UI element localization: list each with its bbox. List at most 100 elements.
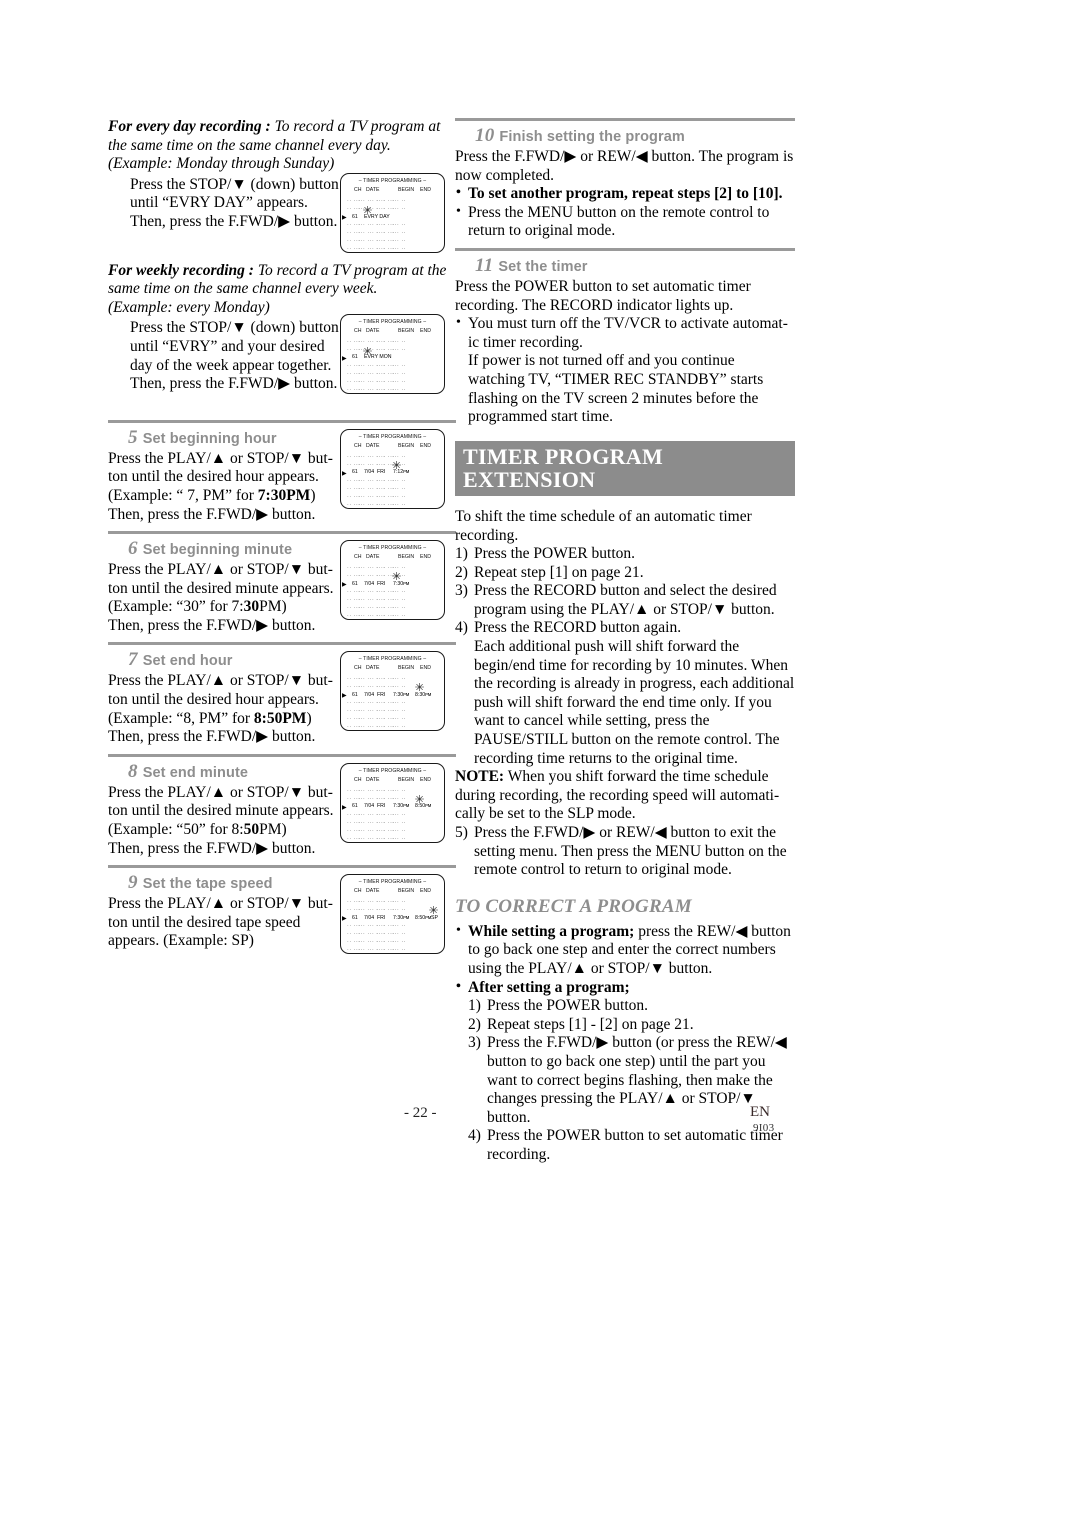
tv-row-active: ▶ 61 7/04 FRI 7:30ᴘᴍ 8:30ᴘᴍ ✳: [341, 683, 444, 700]
tv-col-ch: CH: [354, 327, 362, 334]
tv-col-end: END: [420, 776, 431, 783]
extension-step-5: 5) Press the F.FWD/▶ or REW/◀ button to e…: [455, 824, 795, 880]
tv-row-dots: ·· ··-·· ··· -··- ··-·· ··: [347, 811, 407, 818]
tv-screen-columns: CH DATE BEGIN END: [341, 777, 444, 786]
tv-value-begin: 7:30ᴘᴍ: [393, 914, 410, 921]
tv-row: ·· ··-·· ··· -··- ··-·· ··: [341, 604, 444, 612]
tv-row-dots: ·· ··-·· ··· -··- ··-·· ··: [347, 386, 407, 393]
tv-row-dots: ·· ··-·· ··· -··- ··-·· ··: [347, 899, 407, 906]
extension-step-2-number: 2): [455, 563, 468, 581]
tv-screen-title: – TIMER PROGRAMMING –: [358, 433, 427, 440]
tv-screen-columns: CH DATE BEGIN END: [341, 328, 444, 337]
step-9-block: 9 Set the tape speed Press the PLAY/▲ or …: [108, 872, 456, 955]
step-8-title: Set end minute: [142, 764, 249, 781]
step-7-line1: Press the PLAY/▲ or STOP/▼ but-: [108, 672, 333, 690]
step-7-body: Press the PLAY/▲ or STOP/▼ but- ton unti…: [108, 672, 346, 746]
divider: [108, 642, 456, 646]
every-day-lead: For every day recording :: [108, 118, 271, 135]
step-11-paragraph-2: If power is not turned off and you conti…: [468, 352, 764, 426]
tv-col-ch: CH: [354, 442, 362, 449]
step-11-body: Press the POWER button to set automatic …: [455, 277, 751, 314]
page-number: - 22 -: [404, 1105, 437, 1121]
tv-row-dots: ·· ··-·· ··· -··- ··-·· ··: [347, 338, 407, 345]
flash-indicator-icon: ✳: [362, 345, 373, 358]
step-7-example-post: ): [306, 709, 312, 727]
step-6-line2: ton until the desired minute appears.: [108, 579, 334, 597]
step-9-title: Set the tape speed: [142, 876, 273, 893]
tv-row-dots: ·· ··-·· ··· -··- ··-·· ··: [347, 613, 407, 620]
tv-row: ·· ··-·· ··· -··- ··-·· ··: [341, 707, 444, 715]
tv-col-end: END: [420, 187, 431, 193]
extension-note: NOTE: When you shift forward the time sc…: [455, 768, 795, 824]
tv-value-ch: 61: [352, 213, 358, 220]
tv-row: ·· ··-·· ··· -··- ··-·· ··: [341, 362, 444, 370]
divider: [108, 865, 456, 869]
tv-col-end: END: [420, 442, 431, 449]
tv-screen-title: – TIMER PROGRAMMING –: [358, 178, 427, 184]
tv-screen-rows: ·· ··-·· ··· -··- ··-·· ·· ·· ··-·· ··· …: [341, 338, 444, 393]
correct-step-3: 3) Press the F.FWD/▶ button (or press the…: [468, 1034, 795, 1127]
tv-row-dots: ·· ··-·· ··· -··- ··-·· ··: [347, 485, 407, 492]
tv-row-active: ▶ 61 7/04 FRI 7:30ᴘᴍ 8:50ᴘᴍ SP ✳: [341, 906, 444, 923]
step-5-number: 5: [128, 426, 138, 448]
step-10-number: 10: [475, 125, 495, 146]
extension-step-1-number: 1): [455, 545, 468, 563]
flash-indicator-icon: ✳: [414, 793, 425, 806]
correct-step-3-number: 3): [468, 1034, 481, 1052]
tv-col-ch: CH: [354, 665, 362, 672]
section-weekly-recording: For weekly recording : To record a TV pr…: [108, 262, 456, 394]
tv-row-dots: ·· ··-·· ··· -··- ··-·· ··: [347, 238, 407, 244]
tv-screen-weekly: – TIMER PROGRAMMING – CH DATE BEGIN END …: [340, 313, 445, 394]
step-9-line1: Press the PLAY/▲ or STOP/▼ but-: [108, 895, 333, 913]
flash-indicator-icon: ✳: [391, 459, 402, 472]
step-5-line2: ton until the desired hour appears.: [108, 468, 319, 486]
tv-row: ·· ··-·· ··· -··- ··-·· ··: [341, 596, 444, 604]
tv-screen-rows: ·· ··-·· ··· -··- ··-·· ·· ·· ··-·· ··· …: [341, 787, 444, 842]
tv-col-begin: BEGIN: [398, 665, 415, 672]
every-day-body: Press the STOP/▼ (down) button until “EV…: [130, 175, 339, 230]
tv-row-dots: ·· ··-·· ··· -··- ··-·· ··: [347, 362, 407, 369]
tv-col-begin: BEGIN: [398, 888, 415, 895]
step-9-line3: appears. (Example: SP): [108, 932, 254, 950]
tv-screen-rows: ·· ··-·· ··· -··- ··-·· ·· ·· ··-·· ··· …: [341, 898, 444, 953]
tv-cursor-icon: ▶: [342, 916, 347, 923]
step-8-line2: ton until the desired minute appears.: [108, 802, 334, 820]
correct-step-2-text: Repeat steps [1] - [2] on page 21.: [487, 1015, 694, 1033]
step-10-bullet-1: To set another program, repeat steps [2]…: [455, 184, 795, 204]
tv-screen-rows: ·· ··-·· ··· -··- ··-·· ·· ·· ··-·· ··· …: [341, 675, 444, 730]
tv-col-ch: CH: [354, 888, 362, 895]
correct-bullet-while-setting: While setting a program; press the REW/◀…: [455, 922, 795, 979]
tv-screen-step-9: – TIMER PROGRAMMING – CH DATE BEGIN END …: [340, 874, 445, 955]
tv-row-active: ▶ 61 EVRY MON ✳: [341, 346, 444, 362]
tv-col-end: END: [420, 327, 431, 334]
tv-value-day: FRI: [377, 469, 386, 476]
step-7-example-value: 8:50PM: [253, 709, 307, 727]
tv-row: ·· ··-·· ··· -··- ··-·· ··: [341, 197, 444, 205]
correct-step-4-number: 4): [468, 1127, 481, 1145]
step-10-title: Finish setting the program: [499, 129, 685, 145]
left-column: For every day recording : To record a TV…: [108, 118, 456, 955]
tv-screen-step-5: – TIMER PROGRAMMING – CH DATE BEGIN END …: [340, 428, 445, 509]
tv-row-active: ▶ 61 7/04 FRI 7:12ᴘᴍ ✳: [341, 460, 444, 477]
step-8-number: 8: [128, 760, 138, 782]
flash-indicator-icon: ✳: [428, 905, 439, 918]
tv-row-dots: ·· ··-·· ··· -··- ··-·· ··: [347, 597, 407, 604]
tv-value-ch: 61: [352, 691, 358, 698]
tv-screen-title: – TIMER PROGRAMMING –: [358, 545, 427, 552]
tv-row-dots: ·· ··-·· ··· -··- ··-·· ··: [347, 501, 407, 508]
tv-row-active: ▶ 61 7/04 FRI 7:30ᴘᴍ ✳: [341, 572, 444, 589]
step-11-title: Set the timer: [498, 258, 588, 275]
extension-step-2: 2) Repeat step [1] on page 21.: [455, 564, 795, 583]
tv-row-dots: ·· ··-·· ··· -··- ··-·· ··: [347, 684, 407, 691]
tv-col-date: DATE: [366, 665, 380, 672]
tv-row: ·· ··-·· ··· -··- ··-·· ··: [341, 811, 444, 819]
correct-step-1-number: 1): [468, 997, 481, 1015]
tv-row: ·· ··-·· ··· -··- ··-·· ··: [341, 370, 444, 378]
step-6-line1: Press the PLAY/▲ or STOP/▼ but-: [108, 561, 333, 579]
correct-step-1-text: Press the POWER button.: [487, 997, 649, 1015]
step-6-example-post: PM): [259, 598, 287, 616]
heading-to-correct-a-program: TO CORRECT A PROGRAM: [455, 895, 692, 917]
step-8-example-value: 50: [243, 821, 260, 839]
section-every-day-recording: For every day recording : To record a TV…: [108, 118, 456, 253]
step-7-title: Set end hour: [142, 653, 233, 670]
